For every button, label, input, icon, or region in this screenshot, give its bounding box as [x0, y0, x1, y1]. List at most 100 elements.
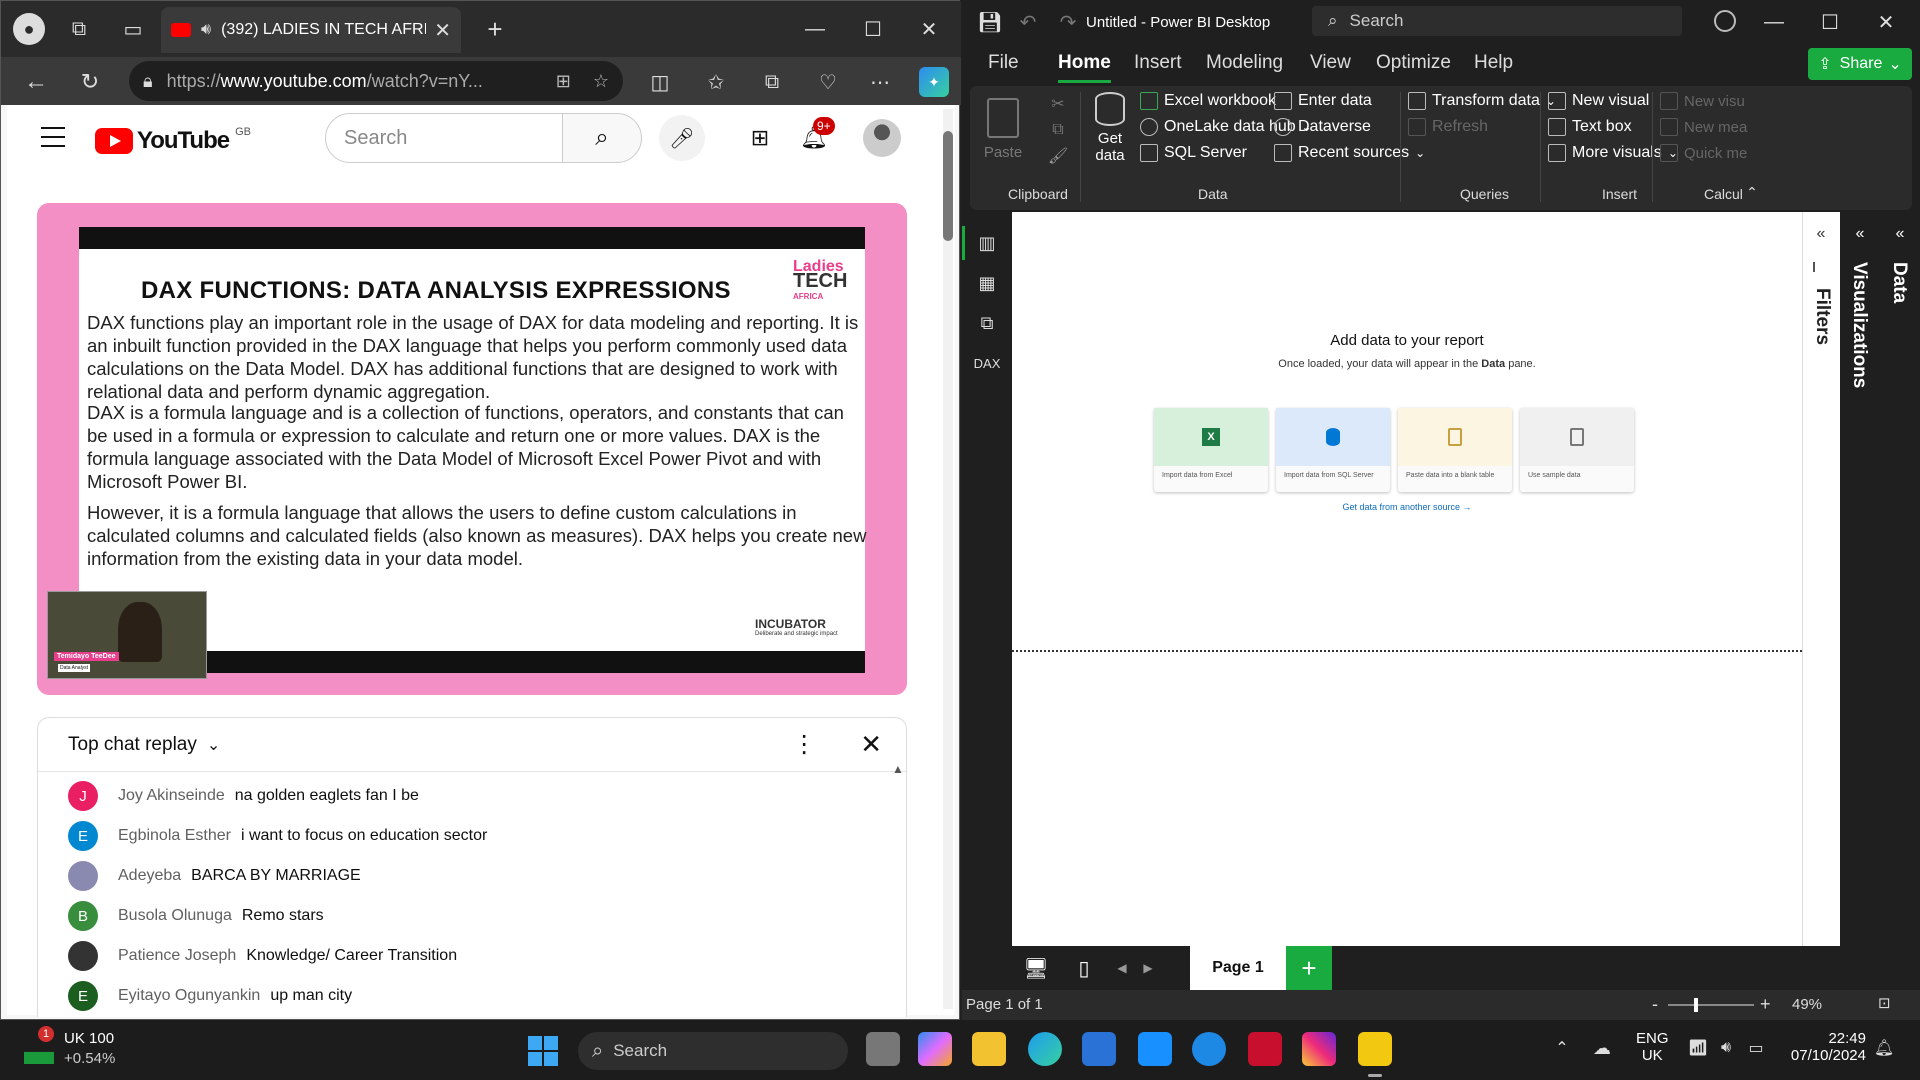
- windows-start-icon[interactable]: [528, 1036, 558, 1066]
- maximize-icon[interactable]: ☐: [859, 15, 887, 43]
- chat-message[interactable]: Patience Joseph Knowledge/ Career Transit…: [68, 936, 457, 976]
- chat-message[interactable]: E Egbinola Esther i want to focus on educa…: [68, 816, 487, 856]
- get-data-other-source-link[interactable]: Get data from another source →: [1012, 502, 1802, 512]
- recent-sources-button[interactable]: Recent sources ⌄: [1274, 144, 1425, 162]
- expand-visualizations-icon[interactable]: «: [1850, 224, 1870, 244]
- show-hidden-icons-icon[interactable]: ⌃: [1552, 1038, 1572, 1058]
- chat-author[interactable]: Busola Olunuga: [118, 907, 232, 925]
- video-player[interactable]: DAX FUNCTIONS: DATA ANALYSIS EXPRESSIONS…: [37, 203, 907, 695]
- prev-page-icon[interactable]: ◀: [1112, 954, 1132, 982]
- search-input[interactable]: Search: [325, 113, 563, 163]
- desktop-layout-icon[interactable]: 🖥︎: [1022, 954, 1050, 982]
- clock[interactable]: 22:49 07/10/2024: [1776, 1030, 1866, 1064]
- redo-icon[interactable]: ↷: [1056, 10, 1080, 34]
- microsoft-store-icon[interactable]: [1082, 1032, 1116, 1066]
- more-visuals-button[interactable]: More visuals ⌄: [1548, 144, 1678, 162]
- voice-search-icon[interactable]: 🎤︎: [659, 115, 705, 161]
- tab-modeling[interactable]: Modeling: [1206, 52, 1283, 74]
- address-bar[interactable]: 🔒︎ https:// www.youtube.com /watch?v=nY.…: [129, 61, 623, 101]
- save-icon[interactable]: 💾︎: [977, 10, 1002, 34]
- next-page-icon[interactable]: ▶: [1138, 954, 1158, 982]
- import-sql-card[interactable]: Import data from SQL Server: [1276, 408, 1390, 492]
- report-canvas[interactable]: Add data to your report Once loaded, you…: [1012, 212, 1802, 946]
- format-painter-icon[interactable]: 🖌︎: [1048, 146, 1068, 166]
- fit-to-page-icon[interactable]: ⊡: [1878, 994, 1891, 1012]
- avatar[interactable]: [863, 119, 901, 157]
- refresh-icon[interactable]: ↻: [75, 67, 105, 97]
- chevron-down-icon[interactable]: ⌄: [207, 735, 220, 755]
- search-button[interactable]: ⌕: [562, 113, 642, 163]
- tab-insert[interactable]: Insert: [1134, 52, 1182, 74]
- model-view-icon[interactable]: ⧉: [974, 310, 1000, 336]
- copilot-icon[interactable]: [918, 1032, 952, 1066]
- maximize-icon[interactable]: ☐: [1818, 10, 1842, 34]
- onedrive-icon[interactable]: ☁: [1590, 1038, 1614, 1058]
- workspaces-icon[interactable]: ⧉: [65, 15, 93, 43]
- sample-data-card[interactable]: Use sample data: [1520, 408, 1634, 492]
- share-button[interactable]: ⇪ Share ⌄: [1808, 48, 1912, 80]
- close-window-icon[interactable]: ✕: [1874, 10, 1898, 34]
- browser-tab-youtube[interactable]: 🔊︎ (392) LADIES IN TECH AFRIC ✕: [161, 7, 461, 53]
- youtube-logo[interactable]: YouTube GB: [95, 126, 251, 155]
- menu-hamburger-icon[interactable]: [41, 127, 65, 147]
- chat-message[interactable]: Adeyeba BARCA BY MARRIAGE: [68, 856, 361, 896]
- expand-data-icon[interactable]: «: [1890, 224, 1910, 244]
- transform-data-button[interactable]: Transform data ⌄: [1408, 92, 1556, 110]
- zoom-in-button[interactable]: +: [1760, 994, 1771, 1015]
- back-icon[interactable]: ←: [21, 67, 51, 97]
- chat-message[interactable]: J Joy Akinseinde na golden eaglets fan I b…: [68, 776, 419, 816]
- paste-data-card[interactable]: Paste data into a blank table: [1398, 408, 1512, 492]
- dax-query-view-icon[interactable]: DAX: [974, 350, 1001, 376]
- chat-author[interactable]: Egbinola Esther: [118, 827, 231, 845]
- notification-bell-icon[interactable]: 🔔︎: [1874, 1038, 1894, 1058]
- tab-view[interactable]: View: [1310, 52, 1351, 74]
- profile-icon[interactable]: ●: [13, 13, 45, 45]
- collapse-ribbon-icon[interactable]: ⌃: [1742, 182, 1762, 202]
- close-chat-icon[interactable]: ✕: [860, 729, 882, 760]
- collections-icon[interactable]: ⧉: [757, 67, 787, 97]
- paste-button[interactable]: Paste: [978, 94, 1028, 178]
- tab-actions-icon[interactable]: ▭: [119, 15, 147, 43]
- minimize-icon[interactable]: —: [1762, 10, 1786, 34]
- mcafee-icon[interactable]: [1248, 1032, 1282, 1066]
- new-visual-calc-button[interactable]: New visu: [1660, 92, 1745, 110]
- tab-file[interactable]: File: [988, 52, 1019, 74]
- excel-workbook-button[interactable]: Excel workbook: [1140, 92, 1276, 110]
- table-view-icon[interactable]: ▦: [974, 270, 1000, 296]
- report-view-icon[interactable]: ▥: [974, 230, 1000, 256]
- expand-filters-icon[interactable]: «: [1811, 224, 1831, 244]
- copy-icon[interactable]: ⧉: [1048, 120, 1068, 140]
- import-excel-card[interactable]: X Import data from Excel: [1154, 408, 1268, 492]
- myhp-icon[interactable]: [1138, 1032, 1172, 1066]
- get-help-icon[interactable]: [1192, 1032, 1226, 1066]
- zoom-out-button[interactable]: -: [1652, 994, 1658, 1015]
- browser-essentials-icon[interactable]: ♡: [813, 67, 843, 97]
- text-box-button[interactable]: Text box: [1548, 118, 1632, 136]
- chat-scroll-up-icon[interactable]: ▲: [892, 762, 904, 776]
- chat-author[interactable]: Patience Joseph: [118, 947, 236, 965]
- favorite-star-icon[interactable]: ☆: [593, 71, 609, 92]
- task-view-icon[interactable]: [866, 1032, 900, 1066]
- split-screen-icon[interactable]: ◫: [645, 67, 675, 97]
- quick-measure-button[interactable]: Quick me: [1660, 144, 1747, 162]
- data-pane-collapsed[interactable]: « Data: [1880, 212, 1920, 946]
- add-page-button[interactable]: +: [1286, 946, 1332, 990]
- battery-icon[interactable]: ▭: [1744, 1038, 1768, 1058]
- minimize-icon[interactable]: —: [801, 15, 829, 43]
- edge-browser-icon[interactable]: [1028, 1032, 1062, 1066]
- new-tab-icon[interactable]: +: [481, 14, 509, 44]
- dataverse-button[interactable]: Dataverse: [1274, 118, 1371, 136]
- chat-author[interactable]: Adeyeba: [118, 867, 181, 885]
- copilot-icon[interactable]: ✦: [919, 67, 949, 97]
- new-visual-button[interactable]: New visual: [1548, 92, 1649, 110]
- tab-page-1[interactable]: Page 1: [1190, 946, 1286, 990]
- more-options-icon[interactable]: ⋯: [865, 67, 895, 97]
- more-vert-icon[interactable]: ⋮: [792, 730, 816, 759]
- tab-optimize[interactable]: Optimize: [1376, 52, 1451, 74]
- chat-message[interactable]: E Eyitayo Ogunyankin up man city: [68, 976, 352, 1016]
- tab-help[interactable]: Help: [1474, 52, 1513, 74]
- input-language[interactable]: ENG UK: [1636, 1030, 1669, 1064]
- new-measure-button[interactable]: New mea: [1660, 118, 1747, 136]
- file-explorer-icon[interactable]: [972, 1032, 1006, 1066]
- volume-icon[interactable]: 🔊︎: [1716, 1038, 1736, 1058]
